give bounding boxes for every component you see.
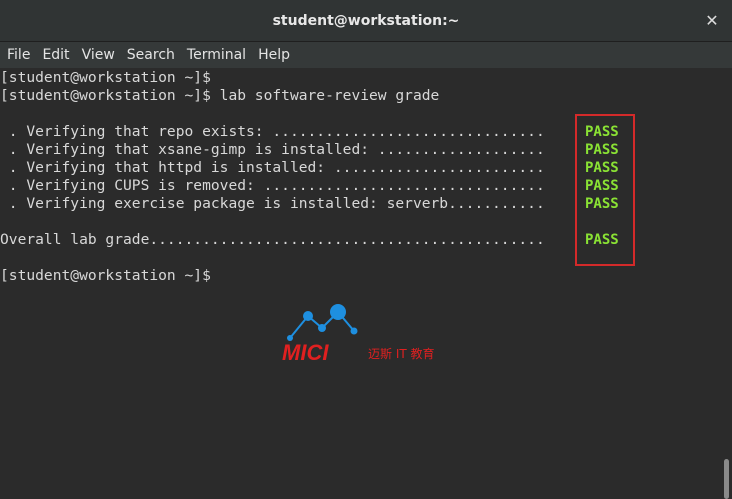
logo-tagline-text: 迈斯 IT 教育 — [368, 346, 435, 361]
menu-help[interactable]: Help — [254, 42, 294, 68]
menu-view[interactable]: View — [78, 42, 119, 68]
close-icon[interactable]: ✕ — [702, 11, 722, 31]
terminal-line: [student@workstation ~]$ lab software-re… — [0, 87, 440, 104]
results-highlight-box — [575, 114, 635, 266]
mici-logo-watermark: MICI 迈斯 IT 教育 — [280, 298, 460, 370]
menu-file[interactable]: File — [3, 42, 34, 68]
terminal-line: . Verifying that repo exists: ..........… — [0, 123, 545, 140]
scrollbar[interactable] — [718, 68, 732, 499]
terminal-line: . Verifying CUPS is removed: ...........… — [0, 177, 545, 194]
terminal-line: . Verifying that httpd is installed: ...… — [0, 159, 545, 176]
menu-terminal[interactable]: Terminal — [183, 42, 250, 68]
terminal-line: . Verifying that xsane-gimp is installed… — [0, 141, 545, 158]
mici-logo-icon: MICI 迈斯 IT 教育 — [282, 304, 435, 365]
menu-edit[interactable]: Edit — [38, 42, 73, 68]
title-bar: student@workstation:~ ✕ — [0, 0, 732, 42]
menu-bar: File Edit View Search Terminal Help — [0, 42, 732, 68]
logo-brand-text: MICI — [282, 340, 329, 365]
scrollbar-thumb[interactable] — [724, 459, 729, 499]
terminal-line: [student@workstation ~]$ — [0, 69, 211, 86]
terminal-output[interactable]: [student@workstation ~]$ [student@workst… — [0, 68, 718, 499]
window-title: student@workstation:~ — [272, 13, 460, 29]
terminal-line: . Verifying exercise package is installe… — [0, 195, 545, 212]
menu-search[interactable]: Search — [123, 42, 179, 68]
terminal-line: [student@workstation ~]$ — [0, 267, 211, 284]
terminal-line: Overall lab grade.......................… — [0, 231, 545, 248]
